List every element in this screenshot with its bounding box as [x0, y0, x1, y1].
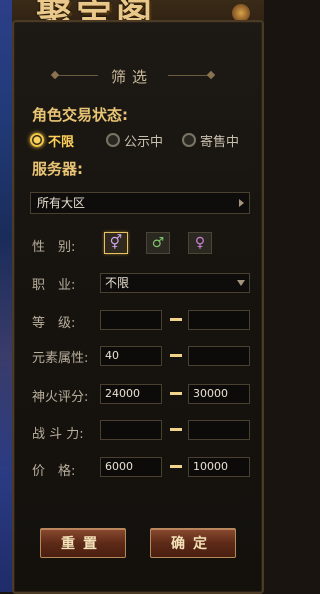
- radio-label: 公示中: [124, 134, 164, 150]
- male-button[interactable]: ♂: [146, 232, 170, 254]
- server-label: 服务器:: [32, 160, 83, 178]
- trade-status-label: 角色交易状态:: [32, 106, 128, 124]
- range-dash: [170, 392, 182, 395]
- job-label: 职 业:: [32, 278, 76, 293]
- level-label: 等 级:: [32, 316, 76, 331]
- fire-score-min-input[interactable]: 24000: [100, 384, 162, 404]
- job-value: 不限: [105, 276, 130, 290]
- level-max-input[interactable]: [188, 310, 250, 330]
- radio-unlimited[interactable]: 不限: [30, 130, 74, 150]
- element-min-input[interactable]: 40: [100, 346, 162, 366]
- trade-status-radio-group: 不限 公示中 寄售中: [30, 130, 260, 150]
- range-dash: [170, 465, 182, 468]
- price-max-input[interactable]: 10000: [188, 457, 250, 477]
- female-icon: ♀: [194, 235, 206, 251]
- power-label: 战 斗 力:: [32, 427, 84, 442]
- radio-label: 不限: [48, 134, 75, 150]
- chevron-right-icon: [239, 199, 244, 207]
- chevron-down-icon: [237, 280, 245, 286]
- range-dash: [170, 318, 182, 321]
- price-label: 价 格:: [32, 464, 76, 479]
- both-gender-button[interactable]: ⚥: [104, 232, 128, 254]
- divider-right: [168, 75, 208, 76]
- reset-button[interactable]: 重置: [40, 528, 126, 558]
- filter-title: 筛选: [110, 68, 153, 86]
- range-dash: [170, 354, 182, 357]
- power-max-input[interactable]: [188, 420, 250, 440]
- female-button[interactable]: ♀: [188, 232, 212, 254]
- confirm-button[interactable]: 确定: [150, 528, 236, 558]
- range-dash: [170, 428, 182, 431]
- job-select[interactable]: 不限: [100, 273, 250, 293]
- radio-label: 寄售中: [200, 134, 240, 150]
- level-min-input[interactable]: [100, 310, 162, 330]
- price-min-input[interactable]: 6000: [100, 457, 162, 477]
- element-label: 元素属性:: [32, 351, 89, 366]
- radio-consign[interactable]: 寄售中: [182, 130, 239, 150]
- fire-score-label: 神火评分:: [32, 390, 89, 405]
- both-gender-icon: ⚥: [109, 235, 123, 251]
- radio-circle-icon: [182, 133, 196, 147]
- power-min-input[interactable]: [100, 420, 162, 440]
- radio-circle-icon: [30, 133, 44, 147]
- element-max-input[interactable]: [188, 346, 250, 366]
- male-icon: ♂: [151, 235, 165, 251]
- radio-public[interactable]: 公示中: [106, 130, 163, 150]
- gender-label: 性 别:: [32, 240, 76, 255]
- fire-score-max-input[interactable]: 30000: [188, 384, 250, 404]
- radio-circle-icon: [106, 133, 120, 147]
- server-value: 所有大区: [37, 196, 86, 210]
- server-select[interactable]: 所有大区: [30, 192, 250, 214]
